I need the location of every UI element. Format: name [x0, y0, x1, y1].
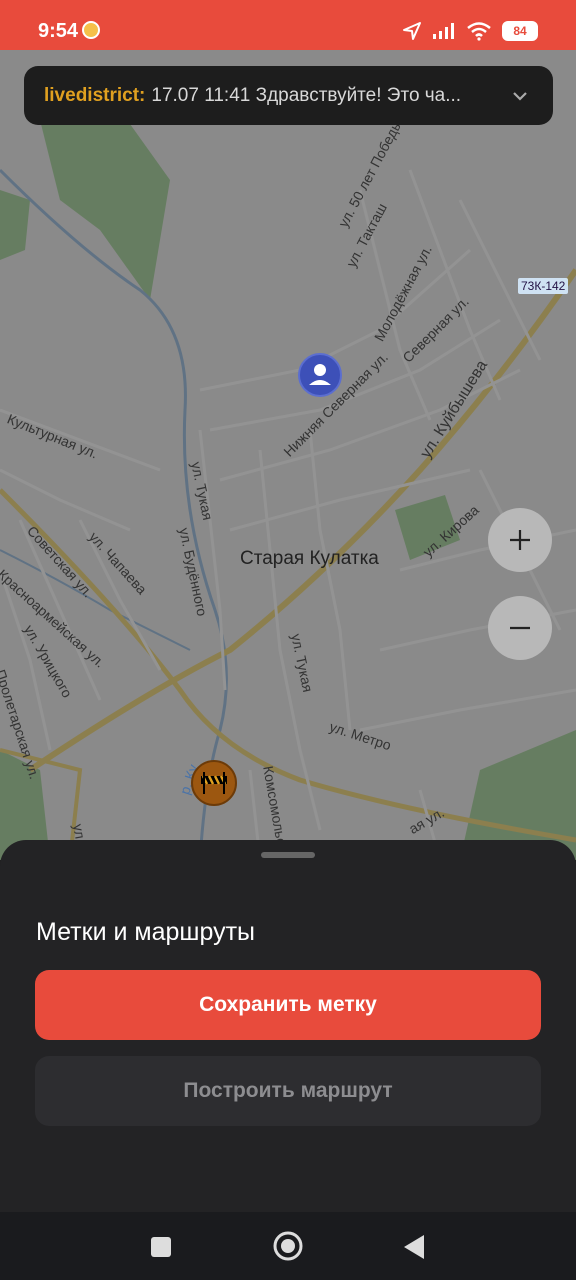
battery-icon: 84	[502, 21, 538, 41]
barrier-icon	[201, 772, 227, 794]
save-marker-button[interactable]: Сохранить метку	[35, 970, 541, 1040]
sheet-drag-handle[interactable]	[261, 852, 315, 858]
system-nav-bar	[0, 1212, 576, 1280]
chevron-down-icon[interactable]	[511, 87, 529, 105]
build-route-button[interactable]: Построить маршрут	[35, 1056, 541, 1126]
minus-icon	[510, 626, 530, 630]
recents-icon[interactable]	[150, 1236, 172, 1258]
plus-icon	[510, 530, 530, 550]
wifi-icon	[467, 22, 491, 41]
notification-app-name: livedistrict:	[44, 84, 146, 106]
zoom-out-button[interactable]	[488, 596, 552, 660]
town-label: Старая Кулатка	[240, 548, 379, 569]
zoom-in-button[interactable]	[488, 508, 552, 572]
map-view[interactable]: Старая Кулатка 73К-142 ул. 50 лет Победы…	[0, 50, 576, 860]
route-label: 73К-142	[518, 278, 569, 294]
notification-app-icon	[82, 21, 100, 39]
roadwork-marker[interactable]	[191, 760, 237, 806]
status-icons: 84	[402, 19, 538, 43]
location-arrow-icon	[403, 22, 421, 40]
sheet-title: Метки и маршруты	[36, 918, 255, 946]
status-bar: 9:54 84	[0, 0, 576, 50]
signal-icon	[433, 23, 454, 39]
notification-banner[interactable]: livedistrict: 17.07 11:41 Здравствуйте! …	[24, 66, 553, 125]
status-time: 9:54	[38, 20, 79, 42]
notification-text: 17.07 11:41 Здравствуйте! Это ча...	[151, 84, 462, 106]
user-location-pin[interactable]	[298, 353, 342, 397]
bottom-sheet: Метки и маршруты Сохранить метку Построи…	[0, 840, 576, 1212]
back-icon[interactable]	[402, 1234, 426, 1260]
person-icon	[309, 364, 331, 385]
home-icon[interactable]	[272, 1230, 304, 1262]
